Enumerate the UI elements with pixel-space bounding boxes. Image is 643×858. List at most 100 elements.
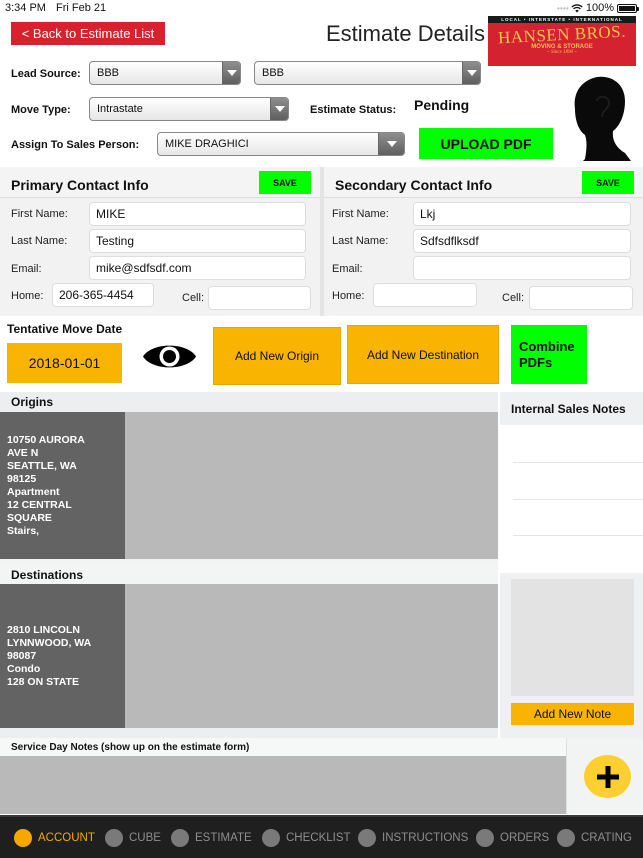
status-time: 3:34 PM [5, 2, 46, 14]
company-logo: LOCAL • INTERSTATE • INTERNATIONAL HANSE… [488, 16, 636, 66]
new-note-textarea[interactable] [511, 579, 634, 696]
battery-percent: 100% [585, 2, 614, 14]
address-line: SQUARE [7, 511, 52, 524]
tab-checklist[interactable]: CHECKLIST [262, 829, 351, 847]
destination-address-card[interactable]: 2810 LINCOLN LYNNWOOD, WA 98087 Condo 128 ON… [0, 584, 125, 728]
primary-cell-label: Cell: [182, 292, 205, 304]
sales-person-select[interactable]: MIKE DRAGHICI [157, 132, 405, 156]
primary-first-name-input[interactable]: MIKE [89, 202, 306, 226]
destinations-list[interactable]: 2810 LINCOLN LYNNWOOD, WA 98087 Condo 128 ON… [0, 584, 498, 728]
lead-source-label: Lead Source: [11, 68, 81, 80]
wifi-icon [571, 4, 583, 13]
move-type-select[interactable]: Intrastate [89, 97, 289, 121]
add-button[interactable] [584, 755, 631, 798]
primary-contact-panel: Primary Contact Info SAVE First Name: MI… [0, 167, 320, 316]
address-line: 98125 [7, 472, 37, 485]
tab-estimate[interactable]: ESTIMATE [171, 829, 252, 847]
primary-email-label: Email: [11, 263, 42, 275]
tab-indicator-icon [476, 829, 494, 847]
tab-instructions[interactable]: INSTRUCTIONS [358, 829, 468, 847]
upload-pdf-button[interactable]: UPLOAD PDF [419, 128, 553, 159]
address-line: LYNNWOOD, WA [7, 636, 92, 649]
primary-first-name-label: First Name: [11, 208, 68, 220]
avatar-silhouette-icon[interactable] [565, 73, 635, 161]
tab-label: ESTIMATE [195, 832, 252, 844]
primary-home-label: Home: [11, 290, 44, 302]
tab-indicator-icon [262, 829, 280, 847]
add-new-origin-button[interactable]: Add New Origin [213, 327, 341, 385]
primary-contact-header: Primary Contact Info SAVE [0, 167, 320, 198]
primary-last-name-input[interactable]: Testing [89, 229, 306, 253]
secondary-contact-header: Secondary Contact Info SAVE [324, 167, 643, 198]
tab-label: CUBE [129, 832, 161, 844]
tab-orders[interactable]: ORDERS [476, 829, 549, 847]
chevron-down-icon [270, 98, 288, 120]
primary-save-button[interactable]: SAVE [259, 171, 311, 194]
address-line: Stairs, [7, 524, 40, 537]
add-new-destination-button[interactable]: Add New Destination [347, 325, 499, 384]
back-to-estimate-list-button[interactable]: < Back to Estimate List [11, 22, 165, 45]
destinations-header: Destinations [0, 565, 498, 584]
status-right: • • • • 100% [556, 2, 639, 14]
chevron-down-icon [462, 62, 480, 84]
service-day-notes-title: Service Day Notes (show up on the estima… [0, 738, 566, 756]
address-line: 128 ON STATE [7, 675, 79, 688]
tentative-move-date-label: Tentative Move Date [7, 322, 123, 336]
notes-divider [513, 499, 643, 500]
chevron-down-icon [222, 62, 240, 84]
origins-header: Origins [0, 392, 498, 412]
status-date: Fri Feb 21 [56, 2, 107, 14]
tab-label: ACCOUNT [38, 832, 95, 844]
plus-icon [596, 765, 619, 788]
tab-label: ORDERS [500, 832, 550, 844]
address-line: 10750 AURORA [7, 433, 85, 446]
origin-address-lines: 10750 AURORA AVE N SEATTLE, WA 98125 Apartme… [7, 434, 85, 538]
secondary-last-name-label: Last Name: [332, 235, 389, 247]
tab-cube[interactable]: CUBE [105, 829, 161, 847]
eye-icon[interactable] [142, 339, 197, 374]
secondary-cell-input[interactable] [529, 286, 633, 310]
address-line: SEATTLE, WA [7, 459, 77, 472]
lead-source-detail-value: BBB [262, 67, 285, 79]
secondary-email-input[interactable] [413, 256, 631, 280]
secondary-cell-label: Cell: [502, 292, 525, 304]
tab-indicator-icon [358, 829, 376, 847]
add-new-note-button[interactable]: Add New Note [511, 703, 634, 725]
secondary-last-name-input[interactable]: Sdfsdflksdf [413, 229, 631, 253]
address-line: 2810 LINCOLN [7, 623, 80, 636]
tab-indicator-icon [171, 829, 189, 847]
secondary-home-input[interactable] [373, 283, 477, 307]
address-line: 98087 [7, 649, 37, 662]
lead-source-select[interactable]: BBB [89, 61, 241, 85]
internal-sales-notes-title: Internal Sales Notes [511, 401, 626, 416]
service-day-notes-area[interactable] [0, 756, 566, 814]
section-spacer [0, 728, 498, 738]
move-type-value: Intrastate [97, 103, 143, 115]
address-line: AVE N [7, 446, 39, 459]
lead-source-detail-select[interactable]: BBB [254, 61, 481, 85]
tab-crating[interactable]: CRATING [557, 829, 632, 847]
sales-person-label: Assign To Sales Person: [11, 139, 140, 151]
secondary-contact-panel: Secondary Contact Info SAVE First Name: … [324, 167, 643, 316]
primary-last-name-label: Last Name: [11, 235, 68, 247]
secondary-contact-title: Secondary Contact Info [335, 177, 493, 193]
move-date-button[interactable]: 2018-01-01 [7, 343, 122, 383]
origin-address-card[interactable]: 10750 AURORA AVE N SEATTLE, WA 98125 Apartme… [0, 412, 125, 559]
primary-email-input[interactable]: mike@sdfsdf.com [89, 256, 306, 280]
secondary-first-name-label: First Name: [332, 208, 389, 220]
secondary-first-name-input[interactable]: Lkj [413, 202, 631, 226]
lead-source-value: BBB [97, 67, 120, 79]
tab-indicator-icon [105, 829, 123, 847]
secondary-email-label: Email: [332, 263, 363, 275]
origins-list[interactable]: 10750 AURORA AVE N SEATTLE, WA 98125 Apartme… [0, 412, 498, 559]
primary-home-input[interactable]: 206-365-4454 [52, 283, 154, 307]
tab-account[interactable]: ACCOUNT [14, 829, 95, 847]
address-line: Apartment [7, 485, 60, 498]
signal-icon: • • • • [556, 3, 569, 13]
combine-pdfs-button[interactable]: Combine PDFs [511, 325, 587, 384]
sales-notes-list[interactable] [500, 425, 643, 573]
chevron-down-icon [378, 133, 404, 155]
secondary-save-button[interactable]: SAVE [582, 171, 634, 194]
primary-cell-input[interactable] [208, 286, 311, 310]
notes-divider [513, 462, 643, 463]
